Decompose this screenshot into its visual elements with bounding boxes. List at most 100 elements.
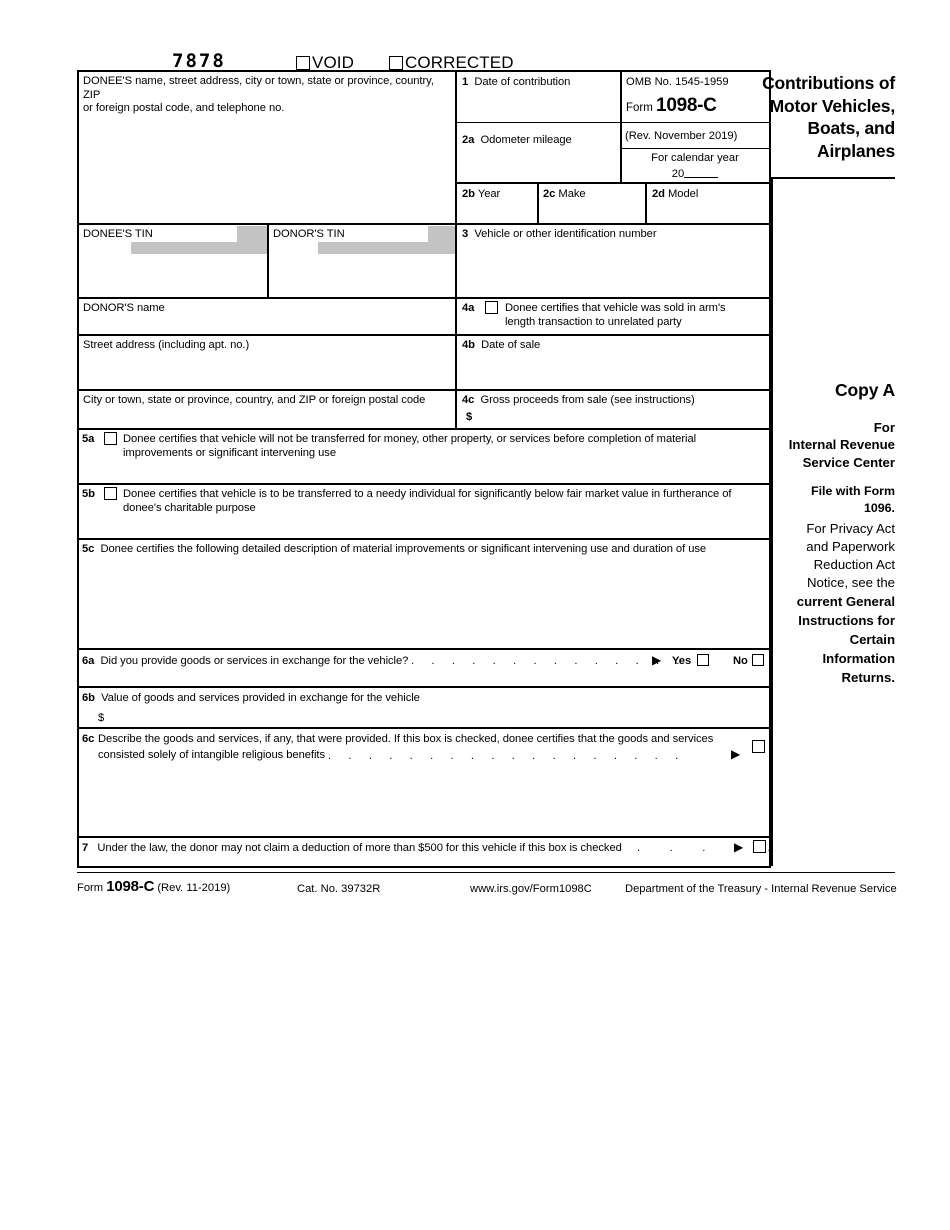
box-6c-label-line1: Describe the goods and services, if any,… (98, 733, 714, 745)
calendar-year-value: 20 (624, 166, 766, 182)
frame-line (77, 297, 771, 299)
footer-rule (77, 872, 895, 873)
void-checkbox[interactable] (296, 56, 310, 70)
box-5b-label-line2: donee's charitable purpose (123, 501, 256, 514)
frame-line (267, 223, 269, 297)
copy-privacy-line-6: Instructions for (798, 613, 895, 628)
box-1-label: Date of contribution (474, 76, 571, 88)
footer-cat-no: Cat. No. 39732R (297, 883, 381, 895)
box-5c-number: 5c (82, 543, 95, 555)
copy-irs-line-2: Service Center (802, 455, 895, 470)
copy-privacy-line-7: Certain (849, 632, 895, 647)
donee-name-label: DONEE'S name, street address, city or to… (83, 75, 448, 116)
box-5b-checkbox[interactable] (104, 487, 117, 500)
masthead-rule (771, 177, 895, 179)
copy-irs-line-1: Internal Revenue (788, 437, 895, 452)
box-7-label: Under the law, the donor may not claim a… (97, 842, 622, 854)
copy-privacy-line-4: Notice, see the (807, 575, 895, 590)
frame-line (77, 538, 771, 540)
box-6a-yes-checkbox[interactable] (697, 654, 709, 666)
frame-line (620, 70, 622, 182)
calendar-year-blank[interactable] (684, 166, 719, 178)
box-2c-number: 2c (543, 188, 556, 200)
box-5a-label-line2: improvements or significant intervening … (123, 446, 337, 459)
frame-line (455, 182, 771, 184)
frame-line (77, 836, 771, 838)
box-3-number: 3 (462, 228, 469, 240)
footer-department: Department of the Treasury - Internal Re… (625, 883, 897, 895)
box-3: 3 Vehicle or other identification number (462, 228, 657, 242)
box-2d-number: 2d (652, 188, 665, 200)
copy-privacy-line-3: Reduction Act (813, 557, 895, 572)
corrected-checkbox[interactable] (389, 56, 403, 70)
box-6a-arrow-icon: ▶ (652, 653, 662, 667)
form-revision: (Rev. November 2019) (625, 130, 738, 142)
form-number-block: Form 1098-C (626, 96, 717, 115)
frame-line (77, 686, 771, 688)
donee-tin-shade-b (131, 242, 267, 254)
copy-privacy-line-8: Information (822, 651, 895, 666)
street-address-label: Street address (including apt. no.) (83, 339, 250, 351)
omb-number: OMB No. 1545-1959 (626, 76, 729, 88)
box-6a-label: Did you provide goods or services in exc… (100, 655, 409, 667)
frame-line (620, 148, 771, 149)
box-7-arrow-icon: ▶ (734, 840, 744, 854)
box-5b-number: 5b (82, 488, 95, 500)
box-5b-number-wrap: 5b (82, 488, 95, 502)
frame-line (645, 182, 647, 223)
box-6a-number: 6a (82, 655, 95, 667)
box-7-number: 7 (82, 842, 89, 854)
box-6a-no-label: No (733, 655, 748, 667)
box-4c-number: 4c (462, 394, 475, 406)
box-5a-number: 5a (82, 433, 95, 445)
box-6a-yes-label: Yes (672, 655, 692, 667)
box-2d-label: Model (668, 188, 699, 200)
donor-name-label: DONOR'S name (83, 302, 165, 314)
copy-column-separator (771, 177, 773, 866)
box-5b-label: Donee certifies that vehicle is to be tr… (123, 488, 763, 515)
box-4c-currency: $ (466, 411, 473, 423)
frame-line (77, 648, 771, 650)
box-2a-label: Odometer mileage (480, 134, 572, 146)
copy-a-heading: Copy A (834, 380, 895, 400)
box-6b: 6b Value of goods and services provided … (82, 692, 420, 706)
box-6a: 6a Did you provide goods or services in … (82, 655, 408, 669)
donee-name-label-line2: or foreign postal code, and telephone no… (83, 102, 285, 114)
form-title-line-2: Motor Vehicles, (769, 95, 896, 116)
box-2b-label: Year (477, 188, 501, 200)
box-7-checkbox[interactable] (753, 840, 766, 853)
donor-tin-shade-a (428, 226, 455, 242)
box-2a-number: 2a (462, 134, 475, 146)
frame-line (77, 70, 79, 866)
frame-line (77, 428, 771, 430)
box-6b-label: Value of goods and services provided in … (101, 692, 420, 704)
footer-form-revision: (Rev. 11-2019) (157, 882, 231, 894)
box-6c-checkbox[interactable] (752, 740, 765, 753)
city-state-label: City or town, state or province, country… (83, 394, 426, 406)
box-4c: 4c Gross proceeds from sale (see instruc… (462, 394, 695, 408)
box-7: 7 Under the law, the donor may not claim… (82, 842, 622, 856)
copy-privacy-line-2: and Paperwork (806, 539, 895, 554)
box-4a-checkbox[interactable] (485, 301, 498, 314)
box-2d: 2d Model (652, 188, 698, 202)
frame-line (455, 122, 771, 123)
box-6b-number: 6b (82, 692, 95, 704)
form-control-number: 7878 (172, 50, 226, 72)
box-6a-no-checkbox[interactable] (752, 654, 764, 666)
box-5b-label-line1: Donee certifies that vehicle is to be tr… (123, 488, 732, 500)
footer-website[interactable]: www.irs.gov/Form1098C (470, 882, 592, 896)
form-word: Form (626, 102, 653, 114)
box-4b-number: 4b (462, 339, 475, 351)
box-2c-label: Make (558, 188, 586, 200)
box-1: 1 Date of contribution (462, 76, 570, 90)
frame-line (77, 389, 771, 391)
frame-line (77, 334, 771, 336)
box-6c-label-line2: consisted solely of intangible religious… (98, 749, 326, 761)
box-5a-checkbox[interactable] (104, 432, 117, 445)
copy-for-label: For (873, 420, 895, 435)
footer-form-number: 1098-C (106, 878, 155, 895)
box-6a-leader: . . . . . . . . . . . . . . (411, 655, 687, 667)
frame-line (537, 182, 539, 223)
box-6c-leader: . . . . . . . . . . . . . . . . . . (328, 750, 686, 762)
box-1-number: 1 (462, 76, 469, 88)
